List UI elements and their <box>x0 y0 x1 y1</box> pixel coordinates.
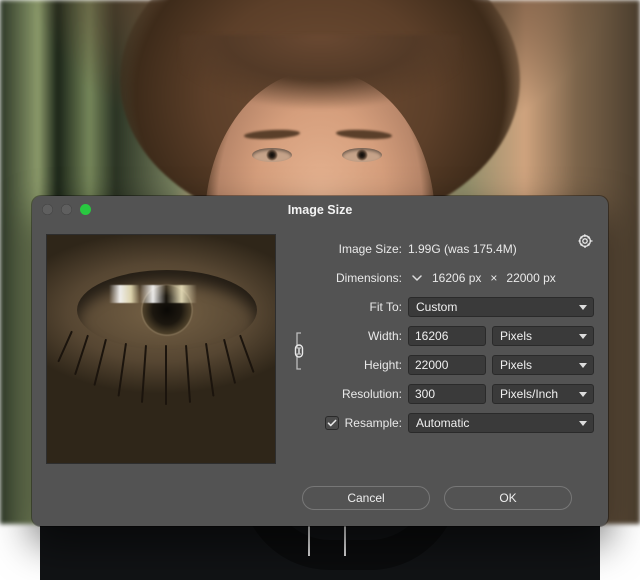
dimensions-unit-toggle[interactable] <box>408 273 426 283</box>
resolution-label: Resolution: <box>290 387 402 401</box>
width-label: Width: <box>308 329 402 343</box>
resample-checkbox[interactable] <box>325 416 339 430</box>
resolution-input[interactable] <box>408 384 486 404</box>
bg-fringe <box>180 35 460 145</box>
bg-eye <box>252 148 292 162</box>
resample-label: Resample: <box>345 416 402 430</box>
resample-method-select[interactable]: Automatic <box>408 413 594 433</box>
image-size-label: Image Size: <box>290 242 402 256</box>
dimensions-label: Dimensions: <box>290 271 402 285</box>
dimensions-height: 22000 px <box>506 271 555 285</box>
resolution-unit-value: Pixels/Inch <box>500 385 558 403</box>
height-input[interactable] <box>408 355 486 375</box>
ok-button[interactable]: OK <box>444 486 572 510</box>
dialog-titlebar[interactable]: Image Size <box>32 196 608 224</box>
fit-to-value: Custom <box>416 298 457 316</box>
constrain-proportions-icon[interactable] <box>291 327 307 375</box>
dimensions-separator: × <box>487 271 500 285</box>
width-unit-select[interactable]: Pixels <box>492 326 594 346</box>
width-input[interactable] <box>408 326 486 346</box>
image-size-value: 1.99G (was 175.4M) <box>408 242 517 256</box>
image-preview[interactable] <box>46 234 276 464</box>
window-zoom-button[interactable] <box>80 204 91 215</box>
image-size-dialog: Image Size Image Size: 1.9 <box>32 196 608 526</box>
cancel-button[interactable]: Cancel <box>302 486 430 510</box>
height-unit-value: Pixels <box>500 356 532 374</box>
window-minimize-button[interactable] <box>61 204 72 215</box>
form: Image Size: 1.99G (was 175.4M) Dimension… <box>290 234 594 464</box>
width-unit-value: Pixels <box>500 327 532 345</box>
resample-method-value: Automatic <box>416 414 469 432</box>
fit-to-select[interactable]: Custom <box>408 297 594 317</box>
window-close-button[interactable] <box>42 204 53 215</box>
bg-eye <box>342 148 382 162</box>
height-label: Height: <box>308 358 402 372</box>
dimensions-width: 16206 px <box>432 271 481 285</box>
fit-to-label: Fit To: <box>290 300 402 314</box>
resolution-unit-select[interactable]: Pixels/Inch <box>492 384 594 404</box>
height-unit-select[interactable]: Pixels <box>492 355 594 375</box>
dialog-title: Image Size <box>288 203 353 217</box>
gear-icon[interactable] <box>578 234 594 251</box>
